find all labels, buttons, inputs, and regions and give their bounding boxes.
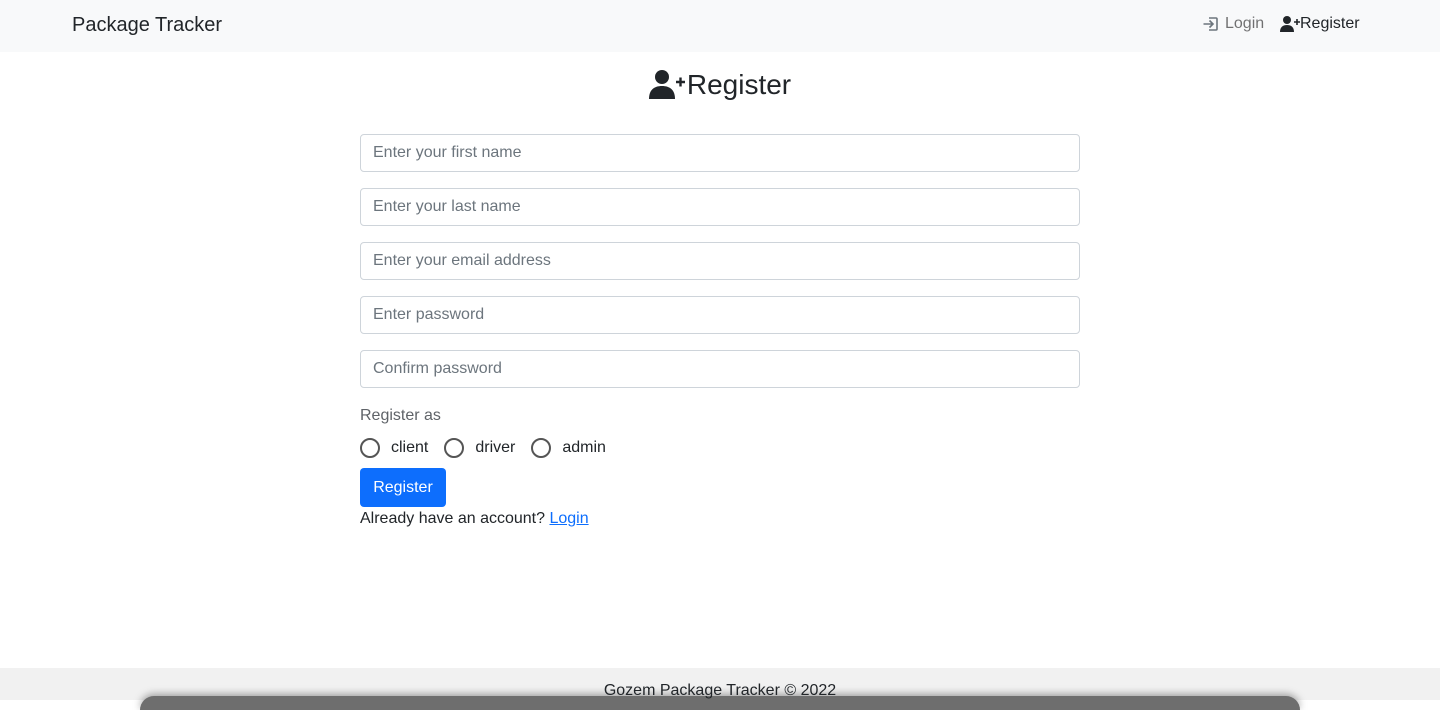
register-form — [360, 134, 1080, 404]
page-title: Register — [0, 66, 1440, 104]
footer: Gozem Package Tracker © 2022 — [0, 668, 1440, 710]
role-radio-driver[interactable]: driver — [444, 437, 515, 459]
role-label-admin: admin — [562, 439, 606, 456]
nav-register-label: Register — [1300, 15, 1360, 32]
register-button[interactable]: Register — [360, 468, 446, 507]
confirm-password-input[interactable] — [360, 350, 1080, 388]
page-title-text: Register — [686, 69, 792, 100]
login-prompt-text: Already have an account? — [360, 510, 546, 527]
user-plus-icon — [1280, 15, 1300, 33]
radio-circle[interactable] — [531, 438, 552, 458]
role-radio-client[interactable]: client — [360, 437, 428, 459]
radio-circle[interactable] — [360, 438, 380, 458]
footer-text: Gozem Package Tracker © 2022 — [603, 682, 837, 699]
nav-login-label: Login — [1225, 15, 1265, 32]
login-prompt: Already have an account? Login — [360, 508, 589, 530]
role-radio-group: client driver admin — [360, 436, 622, 460]
role-label-client: client — [391, 439, 429, 456]
login-link[interactable]: Login — [549, 510, 588, 527]
email-input[interactable] — [360, 242, 1080, 280]
nav-login-link[interactable]: Login — [1202, 13, 1264, 35]
last-name-input[interactable] — [360, 188, 1080, 226]
role-label-driver: driver — [475, 439, 516, 456]
login-arrow-icon — [1202, 15, 1220, 33]
password-input[interactable] — [360, 296, 1080, 334]
first-name-input[interactable] — [360, 134, 1080, 172]
user-plus-icon — [648, 69, 687, 101]
radio-circle[interactable] — [444, 438, 465, 458]
role-radio-admin[interactable]: admin — [531, 437, 606, 459]
register-as-label: Register as — [360, 407, 441, 424]
brand-link[interactable]: Package Tracker — [72, 12, 222, 38]
navbar: Package Tracker Login Register — [0, 0, 1440, 52]
nav-register-link[interactable]: Register — [1280, 13, 1360, 35]
